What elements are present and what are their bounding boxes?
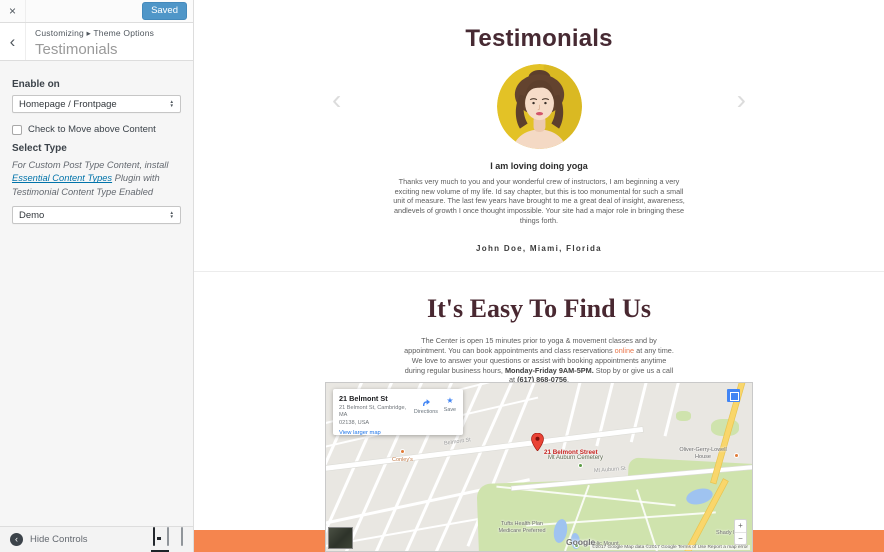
customizer-footer: ‹ Hide Controls	[0, 526, 193, 552]
enable-on-label: Enable on	[12, 79, 181, 90]
map-attribution[interactable]: ©2017 Google Map data ©2017 Google Terms…	[590, 545, 750, 550]
directions-label: Directions	[414, 409, 438, 415]
stepper-down-icon: ▼	[170, 215, 174, 219]
panel-title: Testimonials	[35, 41, 154, 58]
testimonials-title: Testimonials	[194, 25, 884, 53]
stepper-icon: ▲ ▼	[170, 211, 174, 219]
type-select[interactable]: Demo ▲ ▼	[12, 206, 181, 224]
directions-button[interactable]: Directions	[414, 397, 438, 415]
close-icon[interactable]: ×	[0, 0, 26, 22]
enable-on-value: Homepage / Frontpage	[19, 99, 170, 110]
map-road	[664, 382, 681, 436]
business-hours: Monday-Friday 9AM-5PM.	[505, 366, 594, 375]
testimonial-avatar	[497, 64, 582, 149]
info-card-details: 21 Belmont St 21 Belmont St, Cambridge, …	[339, 394, 411, 431]
wordpress-customizer: × Saved ‹ Customizing ▸ Theme Options Te…	[0, 0, 884, 552]
desc-text: For Custom Post Type Content, install	[12, 160, 168, 170]
carousel-next-icon[interactable]: ›	[737, 86, 746, 114]
customizer-sidebar: × Saved ‹ Customizing ▸ Theme Options Te…	[0, 0, 194, 552]
find-us-text: The Center is open 15 minutes prior to y…	[403, 336, 675, 385]
marker-label: 21 Belmont Street	[544, 449, 598, 456]
map-info-card: 21 Belmont St 21 Belmont St, Cambridge, …	[333, 389, 463, 435]
info-card-title: 21 Belmont St	[339, 394, 411, 403]
conleys-label: Conley's	[392, 457, 413, 463]
breadcrumb: Customizing ▸ Theme Options	[35, 28, 154, 39]
testimonial-attribution: John Doe, Miami, Florida	[194, 244, 884, 253]
type-select-value: Demo	[19, 210, 170, 221]
enable-on-select[interactable]: Homepage / Frontpage ▲ ▼	[12, 95, 181, 113]
info-card-actions: Directions ★ Save	[411, 394, 459, 431]
online-link[interactable]: online	[615, 346, 634, 355]
find-us-section: It's Easy To Find Us The Center is open …	[194, 272, 884, 385]
move-above-content-checkbox[interactable]	[12, 125, 22, 135]
desktop-preview-icon[interactable]	[153, 528, 155, 546]
select-type-label: Select Type	[12, 143, 181, 154]
testimonial-heading: I am loving doing yoga	[194, 161, 884, 171]
view-larger-map-link[interactable]: View larger map	[339, 430, 411, 436]
google-map-embed[interactable]: Belmont St Mt Auburn Cemetery Mt Auburn …	[325, 382, 753, 552]
saved-button[interactable]: Saved	[142, 2, 187, 20]
oliver-house-poi-icon[interactable]	[734, 453, 739, 458]
avatar-illustration	[497, 64, 582, 149]
map-road	[630, 382, 649, 442]
directions-icon	[421, 397, 431, 407]
map-marker-icon[interactable]	[531, 433, 544, 451]
save-label: Save	[444, 407, 456, 413]
controls-panel: Enable on Homepage / Frontpage ▲ ▼ Check…	[0, 61, 193, 234]
zoom-out-button[interactable]: −	[735, 533, 746, 545]
find-us-title: It's Easy To Find Us	[194, 294, 884, 324]
testimonials-section: Testimonials ‹ ›	[194, 0, 884, 272]
save-place-button[interactable]: ★ Save	[444, 397, 456, 413]
zoom-in-button[interactable]: +	[735, 520, 746, 533]
carousel-prev-icon[interactable]: ‹	[332, 86, 341, 114]
save-star-icon: ★	[446, 397, 453, 405]
collapse-sidebar-icon[interactable]: ‹	[10, 533, 23, 546]
address-line: 02138, USA	[339, 420, 369, 426]
panel-titles: Customizing ▸ Theme Options Testimonials	[26, 23, 154, 60]
stepper-icon: ▲ ▼	[170, 100, 174, 108]
oliver-house-label: Oliver-Gerry-Lowell House	[674, 447, 732, 461]
cemetery-poi-icon[interactable]	[578, 463, 583, 468]
hide-controls-label[interactable]: Hide Controls	[30, 534, 88, 545]
move-above-content-row[interactable]: Check to Move above Content	[12, 124, 181, 135]
site-preview: Testimonials ‹ ›	[194, 0, 884, 552]
device-preview-switcher	[153, 527, 183, 552]
address-line: 21 Belmont St, Cambridge, MA	[339, 405, 406, 418]
move-above-content-label: Check to Move above Content	[28, 124, 156, 135]
mt-auburn-st-label: Mt Auburn St	[594, 466, 626, 474]
essential-content-types-link[interactable]: Essential Content Types	[12, 173, 112, 183]
stepper-down-icon: ▼	[170, 104, 174, 108]
map-zoom-control: + −	[734, 519, 747, 545]
customizer-topbar: × Saved	[0, 0, 193, 23]
info-card-address: 21 Belmont St, Cambridge, MA 02138, USA	[339, 405, 411, 427]
panel-header: ‹ Customizing ▸ Theme Options Testimonia…	[0, 23, 193, 61]
belmont-st-label: Belmont St	[444, 437, 471, 447]
conleys-poi-icon[interactable]	[400, 449, 405, 454]
testimonial-quote: Thanks very much to you and your wonderf…	[391, 177, 687, 226]
back-chevron-icon[interactable]: ‹	[0, 23, 26, 60]
fullscreen-toggle-icon[interactable]	[727, 389, 740, 402]
tufts-label: Tufts Health Plan Medicare Preferred	[492, 521, 552, 535]
street-view-thumbnail[interactable]	[328, 527, 353, 549]
mobile-preview-icon[interactable]	[181, 528, 183, 546]
park-patch	[676, 411, 691, 421]
tablet-preview-icon[interactable]	[167, 528, 169, 546]
select-type-description: For Custom Post Type Content, install Es…	[12, 159, 181, 199]
